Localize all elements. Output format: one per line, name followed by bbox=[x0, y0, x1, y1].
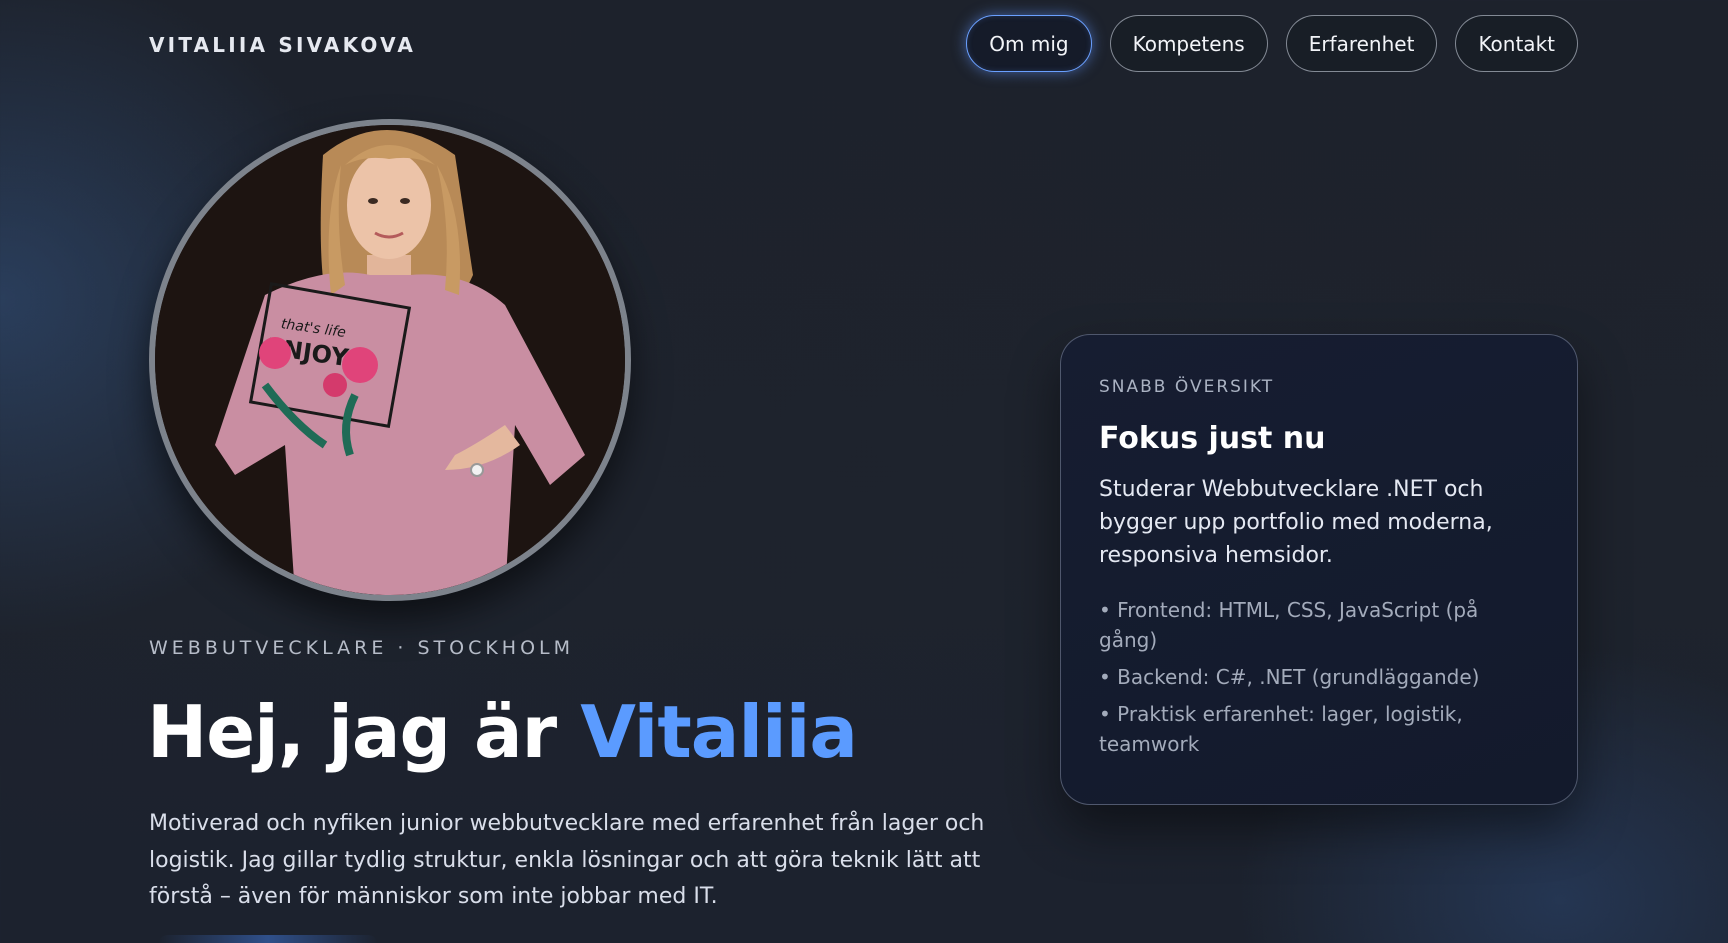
nav-kontakt[interactable]: Kontakt bbox=[1455, 15, 1578, 72]
hero-title-name: Vitaliia bbox=[580, 690, 858, 774]
portrait-illustration: that's life ENJOY bbox=[155, 125, 625, 595]
card-title: Fokus just nu bbox=[1099, 421, 1326, 456]
nav-om-mig[interactable]: Om mig bbox=[966, 15, 1092, 72]
hero-intro: Motiverad och nyfiken junior webbutveckl… bbox=[149, 811, 985, 909]
list-item: • Praktisk erfarenhet: lager, logistik, … bbox=[1099, 702, 1463, 756]
nav-erfarenhet[interactable]: Erfarenhet bbox=[1285, 15, 1438, 72]
profile-photo: that's life ENJOY bbox=[149, 119, 631, 601]
overview-card: SNABB ÖVERSIKT Fokus just nu Studerar We… bbox=[1060, 334, 1578, 805]
list-item: • Frontend: HTML, CSS, JavaScript (på gå… bbox=[1099, 598, 1479, 652]
card-text: Studerar Webbutvecklare .NET och bygger … bbox=[1099, 477, 1493, 568]
hero-subtitle: WEBBUTVECKLARE · STOCKHOLM bbox=[149, 637, 575, 659]
nav-kompetens[interactable]: Kompetens bbox=[1109, 15, 1268, 72]
card-eyebrow: SNABB ÖVERSIKT bbox=[1099, 377, 1275, 397]
hero-title-prefix: Hej, jag är bbox=[147, 690, 581, 774]
cta-button[interactable] bbox=[158, 935, 378, 943]
list-item: • Backend: C#, .NET (grundläggande) bbox=[1099, 665, 1480, 689]
site-logo[interactable]: VITALIIA SIVAKOVA bbox=[149, 33, 416, 57]
hero-title: Hej, jag är Vitaliia bbox=[147, 690, 858, 774]
main-nav: Om mig Kompetens Erfarenhet Kontakt bbox=[966, 15, 1578, 72]
card-focus-list: • Frontend: HTML, CSS, JavaScript (på gå… bbox=[1099, 595, 1539, 766]
